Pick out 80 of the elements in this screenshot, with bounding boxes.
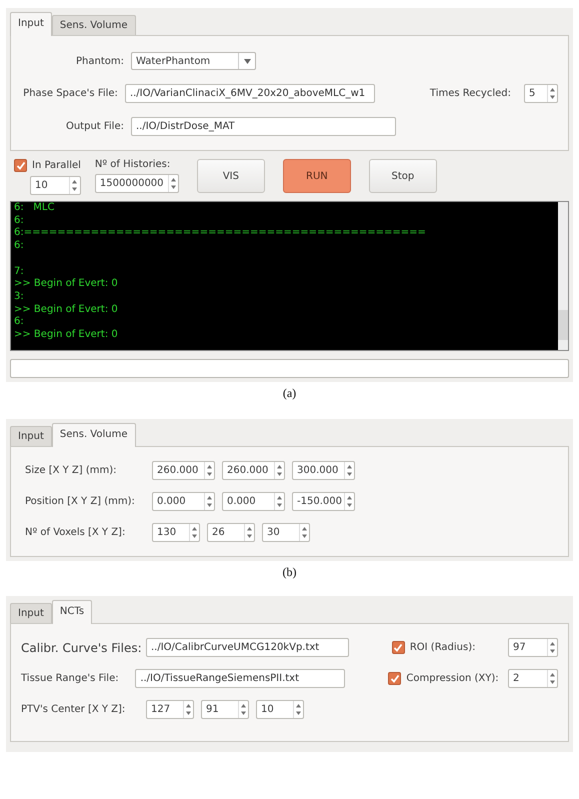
stepper-arrows-icon: [247, 527, 252, 538]
phantom-dropdown[interactable]: WaterPhantom: [131, 52, 256, 70]
dropdown-arrow-icon: [244, 58, 250, 64]
tab[interactable]: Input: [10, 426, 52, 446]
checkbox-label: ROI (Radius):: [410, 642, 476, 653]
spin-box[interactable]: 260.000: [152, 461, 215, 480]
spin-box[interactable]: 130: [152, 523, 200, 542]
spin-box[interactable]: 5: [524, 84, 558, 103]
console-line: 3:: [14, 290, 25, 304]
stepper-arrows-icon: [277, 465, 282, 476]
tab[interactable]: Sens. Volume: [52, 15, 136, 35]
console-line: 6:: [14, 240, 25, 253]
push-button[interactable]: VIS: [196, 159, 265, 193]
checkbox-label: In Parallel: [32, 160, 81, 171]
figure-caption: (b): [282, 565, 298, 580]
field-label: Size [X Y Z] (mm):: [25, 465, 118, 476]
stepper-arrows-icon: [302, 527, 307, 538]
tab[interactable]: NCTs: [52, 600, 92, 624]
console-line: 6: MLC: [14, 202, 56, 215]
input-field[interactable]: ../IO/TissueRangeSiemensPII.txt: [135, 669, 346, 688]
spin-box[interactable]: 10: [256, 700, 304, 719]
spin-box[interactable]: 300.000: [292, 461, 355, 480]
input-field[interactable]: ../IO/DistrDose_MAT: [131, 117, 396, 136]
input-field[interactable]: ../IO/VarianClinaciX_6MV_20x20_aboveMLC_w1: [124, 84, 375, 103]
stepper-arrows-icon: [296, 704, 301, 715]
console-line: 6:: [14, 316, 25, 330]
stepper-arrows-icon: [72, 180, 77, 191]
command-input[interactable]: [10, 359, 569, 378]
spin-box[interactable]: 127: [146, 700, 194, 719]
stepper-arrows-icon: [550, 88, 555, 99]
stepper-arrows-icon: [170, 178, 176, 189]
spin-box[interactable]: 0.000: [152, 492, 215, 511]
spin-box[interactable]: 10: [30, 176, 81, 195]
stepper-arrows-icon: [207, 496, 212, 507]
spin-box[interactable]: -150.000: [292, 492, 355, 511]
spin-box[interactable]: 1500000000: [94, 174, 179, 193]
console-line: 7:: [14, 266, 25, 278]
field-label: Tissue Range's File:: [21, 673, 120, 684]
stepper-arrows-icon: [192, 527, 197, 538]
stepper-arrows-icon: [550, 642, 555, 653]
tab[interactable]: Input: [10, 603, 52, 623]
field-label: PTV's Center [X Y Z]:: [21, 704, 126, 715]
field-label: Nº of Histories:: [94, 159, 172, 170]
stepper-arrows-icon: [550, 673, 556, 684]
push-button[interactable]: Stop: [368, 159, 437, 193]
spin-box[interactable]: 2: [508, 669, 558, 688]
console-line: >> Begin of Evert: 0: [14, 329, 119, 342]
field-label: Times Recycled:: [430, 88, 511, 99]
field-label: Output File:: [64, 121, 124, 132]
console-line: 6:================================================: [14, 227, 427, 240]
scrollbar[interactable]: [558, 202, 568, 350]
stepper-arrows-icon: [241, 704, 246, 715]
tab[interactable]: Sens. Volume: [52, 423, 136, 447]
stepper-arrows-icon: [347, 465, 352, 476]
console-line: 6:: [14, 214, 25, 228]
push-button[interactable]: RUN: [282, 159, 351, 193]
console-line: >> Begin of Evert: 0: [14, 278, 119, 291]
console-line: >> Begin of Evert: 0: [14, 304, 119, 316]
checkbox[interactable]: [14, 159, 27, 172]
checkbox[interactable]: [392, 641, 405, 654]
stepper-arrows-icon: [186, 704, 191, 715]
field-label: Calibr. Curve's Files:: [21, 640, 139, 654]
spin-box[interactable]: 26: [207, 523, 255, 542]
stepper-arrows-icon: [277, 496, 282, 507]
field-label: Nº of Voxels [X Y Z]:: [25, 527, 126, 538]
tab[interactable]: Input: [10, 12, 52, 36]
input-field[interactable]: ../IO/CalibrCurveUMCG120kVp.txt: [146, 638, 349, 657]
field-label: Phase Space's File:: [22, 88, 118, 99]
spin-box[interactable]: 260.000: [222, 461, 285, 480]
stepper-arrows-icon: [347, 496, 352, 507]
field-label: Position [X Y Z] (mm):: [25, 496, 136, 507]
field-label: Phantom:: [75, 56, 124, 66]
spin-box[interactable]: 91: [201, 700, 249, 719]
spin-box[interactable]: 97: [508, 638, 558, 657]
checkbox-label: Compression (XY):: [406, 673, 500, 684]
checkbox[interactable]: [388, 672, 402, 685]
stepper-arrows-icon: [207, 465, 212, 476]
spin-box[interactable]: 0.000: [222, 492, 285, 511]
spin-box[interactable]: 30: [262, 523, 310, 542]
figure-caption: (a): [282, 386, 298, 401]
